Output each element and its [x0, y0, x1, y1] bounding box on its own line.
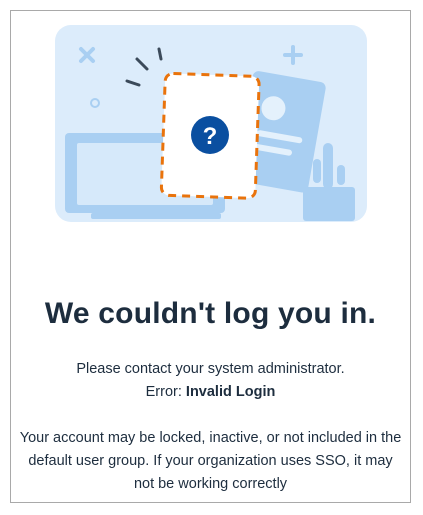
svg-text:?: ?	[203, 123, 218, 150]
login-error-illustration: ?	[55, 25, 367, 222]
error-line: Error: Invalid Login	[11, 384, 410, 400]
error-details: Your account may be locked, inactive, or…	[19, 430, 402, 492]
page-title: We couldn't log you in.	[44, 297, 377, 330]
error-label: Error:	[145, 384, 182, 400]
contact-admin-message: Please contact your system administrator…	[76, 361, 345, 377]
question-mark-icon: ?	[191, 116, 229, 154]
login-error-panel: ? We couldn't log you in. Please contact…	[10, 10, 411, 503]
error-value: Invalid Login	[185, 384, 276, 400]
